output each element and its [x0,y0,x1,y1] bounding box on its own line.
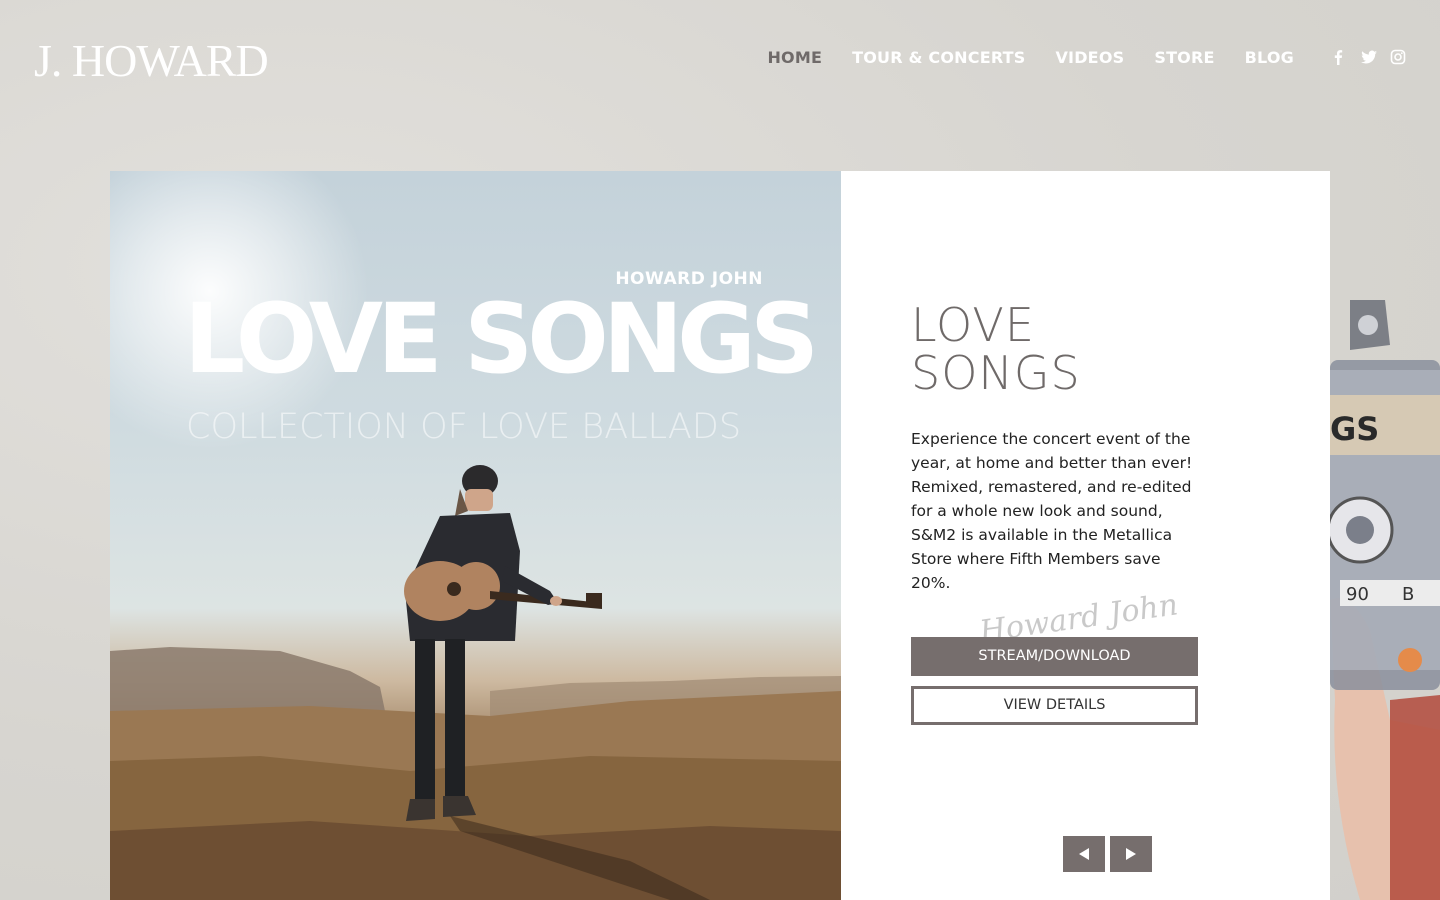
cassette-tape-photo: GS 90 B [1330,300,1440,900]
nav-store[interactable]: STORE [1154,48,1214,67]
prev-slide-button[interactable] [1063,836,1105,872]
svg-text:90: 90 [1346,584,1369,605]
arrow-right-icon [1126,848,1136,860]
view-details-button[interactable]: VIEW DETAILS [911,686,1198,725]
svg-text:B: B [1402,584,1414,605]
instagram-icon[interactable] [1390,48,1406,66]
social-links [1330,48,1406,66]
album-title-art: LOVE SONGS [184,283,819,395]
stream-download-button[interactable]: STREAM/DOWNLOAD [911,637,1198,676]
album-title-line1: LOVE [911,298,1035,352]
site-logo[interactable]: J. HOWARD [34,34,269,87]
facebook-icon[interactable] [1330,48,1346,66]
nav-home[interactable]: HOME [767,48,822,67]
album-subtitle-art: COLLECTION OF LOVE BALLADS [186,407,742,447]
nav-blog[interactable]: BLOG [1245,48,1294,67]
album-title-line2: SONGS [911,346,1081,400]
arrow-left-icon [1079,848,1089,860]
album-info-card: LOVE SONGS Experience the concert event … [841,171,1330,900]
nav-videos[interactable]: VIDEOS [1055,48,1124,67]
album-description: Experience the concert event of the year… [911,430,1193,592]
nav-tour-concerts[interactable]: TOUR & CONCERTS [852,48,1025,67]
album-cover[interactable]: HOWARD JOHN LOVE SONGS COLLECTION OF LOV… [110,171,841,900]
next-slide-button[interactable] [1110,836,1152,872]
twitter-icon[interactable] [1360,48,1377,66]
svg-text:GS: GS [1330,410,1379,448]
main-nav: HOME TOUR & CONCERTS VIDEOS STORE BLOG [767,48,1294,67]
album-title: LOVE SONGS [911,301,1081,397]
